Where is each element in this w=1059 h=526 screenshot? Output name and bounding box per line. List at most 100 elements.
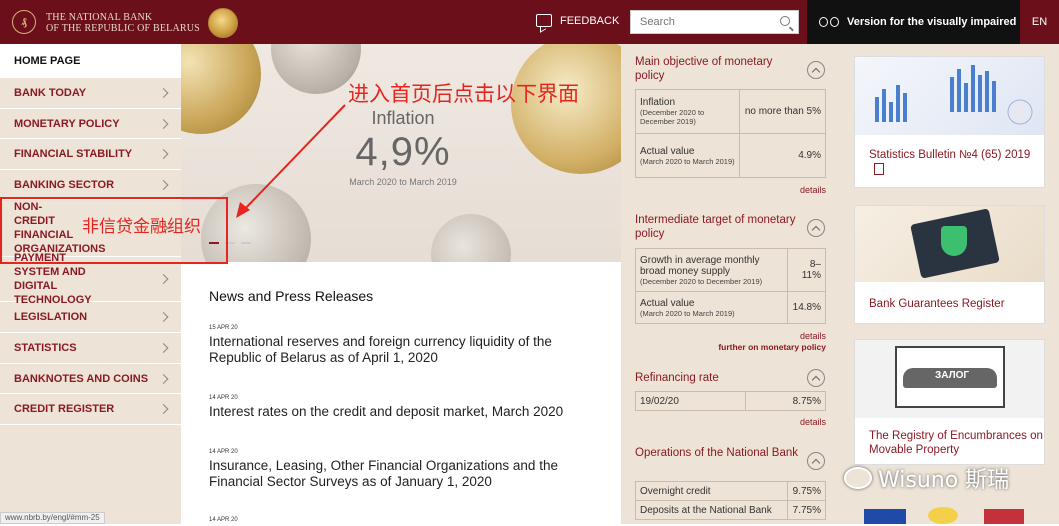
- news-item[interactable]: 15 APR 20 International reserves and for…: [209, 325, 579, 366]
- table-cell: Inflation (December 2020 to December 2019…: [635, 89, 740, 134]
- coin-image: [431, 214, 511, 262]
- nav-label: CREDIT REGISTER: [14, 403, 115, 415]
- nav-home-page[interactable]: HOME PAGE: [0, 44, 181, 78]
- chevron-right-icon: [158, 274, 169, 284]
- news-item[interactable]: 14 APR 20 Insurance, Leasing, Other Fina…: [209, 449, 579, 490]
- bank-logo-text[interactable]: THE NATIONAL BANK OF THE REPUBLIC OF BEL…: [46, 12, 200, 34]
- news-title[interactable]: Interest rates on the credit and deposit…: [209, 404, 579, 420]
- table-row: Growth in average monthly broad money su…: [635, 248, 826, 292]
- nav-statistics[interactable]: STATISTICS: [0, 333, 181, 364]
- refinancing-rate-title[interactable]: Refinancing rate: [635, 371, 719, 385]
- statistics-bulletin-card[interactable]: Statistics Bulletin №4 (65) 2019: [854, 56, 1045, 188]
- details-link[interactable]: details: [800, 417, 826, 427]
- nav-label: HOME PAGE: [14, 54, 81, 67]
- collapse-up-icon[interactable]: [807, 61, 825, 79]
- annotation-instruction: 进入首页后点击以下界面: [348, 82, 579, 106]
- card-title[interactable]: The Registry of Encumbrances on Movable …: [869, 429, 1044, 457]
- emblem-logo-icon: [928, 507, 958, 524]
- table-cell: Growth in average monthly broad money su…: [635, 248, 788, 292]
- news-item[interactable]: 14 APR 20 Interest rates on the credit a…: [209, 395, 579, 420]
- language-switch[interactable]: EN: [1020, 0, 1059, 44]
- collapse-up-icon[interactable]: [807, 369, 825, 387]
- state-emblem-icon: [208, 8, 238, 38]
- nav-legislation[interactable]: LEGISLATION: [0, 302, 181, 333]
- nav-label: STATISTICS: [14, 342, 77, 354]
- table-row: Overnight credit 9.75%: [635, 481, 826, 501]
- main-objective-table: Inflation (December 2020 to December 2019…: [635, 89, 826, 178]
- nav-monetary-policy[interactable]: MONETARY POLICY: [0, 109, 181, 139]
- annotation-arrow-icon: [236, 104, 346, 218]
- card-title[interactable]: Statistics Bulletin №4 (65) 2019: [869, 148, 1039, 162]
- news-date: 14 APR 20: [209, 395, 238, 401]
- chevron-right-icon: [158, 179, 169, 190]
- bank-logo-icon[interactable]: ₰: [12, 10, 36, 34]
- registry-image: ЗАЛОГ: [855, 340, 1044, 418]
- pledge-banner: ЗАЛОГ: [935, 370, 970, 381]
- row-label: Inflation: [640, 97, 676, 108]
- row-sub: (March 2020 to March 2019): [640, 156, 735, 166]
- eu-flag-icon: [864, 509, 906, 524]
- feedback-label: FEEDBACK: [560, 14, 620, 27]
- search-box: [630, 10, 799, 34]
- details-link[interactable]: details: [800, 185, 826, 195]
- news-title[interactable]: International reserves and foreign curre…: [209, 334, 579, 366]
- refinancing-date: 19/02/20: [635, 391, 746, 411]
- news-date: 14 APR 20: [209, 517, 238, 523]
- chevron-right-icon: [158, 312, 169, 322]
- nav-bank-today[interactable]: BANK TODAY: [0, 78, 181, 109]
- nav-label: BANK TODAY: [14, 87, 87, 99]
- intermediate-target-title[interactable]: Intermediate target of monetary policy: [635, 213, 800, 241]
- slider-dot[interactable]: [241, 242, 251, 244]
- nav-banknotes-and-coins[interactable]: BANKNOTES AND COINS: [0, 364, 181, 394]
- nav-financial-stability[interactable]: FINANCIAL STABILITY: [0, 139, 181, 170]
- status-bar-url: www.nbrb.by/engl/#mm-25: [0, 512, 105, 524]
- logo-line-1: THE NATIONAL BANK: [46, 12, 153, 23]
- row-value: 4.9%: [739, 133, 826, 178]
- pdf-icon[interactable]: [874, 163, 884, 175]
- row-sub: (March 2020 to March 2019): [640, 308, 735, 318]
- logo-line-2: OF THE REPUBLIC OF BELARUS: [46, 23, 200, 34]
- chevron-right-icon: [158, 149, 169, 159]
- nav-label: MONETARY POLICY: [14, 117, 120, 130]
- refinancing-table: 19/02/20 8.75%: [635, 391, 826, 411]
- watermark: Wisuno 斯瑞: [844, 462, 1009, 494]
- collapse-up-icon[interactable]: [807, 452, 825, 470]
- bar-chart-illustration-icon: [875, 65, 1033, 125]
- visually-impaired-button[interactable]: Version for the visually impaired: [807, 0, 1020, 44]
- nav-label: BANKNOTES AND COINS: [14, 372, 149, 385]
- news-title[interactable]: Insurance, Leasing, Other Financial Orga…: [209, 458, 579, 490]
- news-item[interactable]: 14 APR 20: [209, 517, 579, 526]
- main-navigation: HOME PAGE BANK TODAY MONETARY POLICY FIN…: [0, 44, 181, 524]
- operations-title[interactable]: Operations of the National Bank: [635, 446, 800, 460]
- feedback-link[interactable]: FEEDBACK: [536, 14, 619, 27]
- row-label: Overnight credit: [635, 481, 788, 501]
- nav-credit-register[interactable]: CREDIT REGISTER: [0, 394, 181, 425]
- search-input[interactable]: [631, 11, 776, 33]
- table-row: 19/02/20 8.75%: [635, 391, 826, 411]
- nav-banking-sector[interactable]: BANKING SECTOR: [0, 170, 181, 200]
- encumbrances-registry-card[interactable]: ЗАЛОГ The Registry of Encumbrances on Mo…: [854, 339, 1045, 465]
- operations-table: Overnight credit 9.75% Deposits at the N…: [635, 481, 826, 520]
- further-monetary-policy-link[interactable]: further on monetary policy: [718, 342, 826, 352]
- search-icon[interactable]: [780, 16, 790, 26]
- row-value: 8–11%: [787, 248, 826, 292]
- top-header: ₰ THE NATIONAL BANK OF THE REPUBLIC OF B…: [0, 0, 1059, 44]
- chevron-right-icon: [158, 118, 169, 129]
- table-row: Inflation (December 2020 to December 2019…: [635, 89, 826, 134]
- speech-bubble-icon: [536, 14, 552, 27]
- row-label: Growth in average monthly broad money su…: [640, 254, 760, 277]
- card-title[interactable]: Bank Guarantees Register: [869, 297, 1005, 311]
- news-date: 14 APR 20: [209, 449, 238, 455]
- chevron-right-icon: [158, 404, 169, 414]
- row-label: Actual value: [640, 297, 695, 309]
- chevron-right-icon: [158, 343, 169, 353]
- details-link[interactable]: details: [800, 331, 826, 341]
- bank-guarantees-card[interactable]: Bank Guarantees Register: [854, 205, 1045, 324]
- main-objective-title[interactable]: Main objective of monetary policy: [635, 55, 800, 83]
- row-value: no more than 5%: [739, 89, 826, 134]
- monetary-indicators-panel: Main objective of monetary policy Inflat…: [621, 44, 840, 524]
- chevron-right-icon: [158, 88, 169, 98]
- news-date: 15 APR 20: [209, 325, 238, 331]
- collapse-up-icon[interactable]: [807, 219, 825, 237]
- news-heading: News and Press Releases: [209, 288, 374, 304]
